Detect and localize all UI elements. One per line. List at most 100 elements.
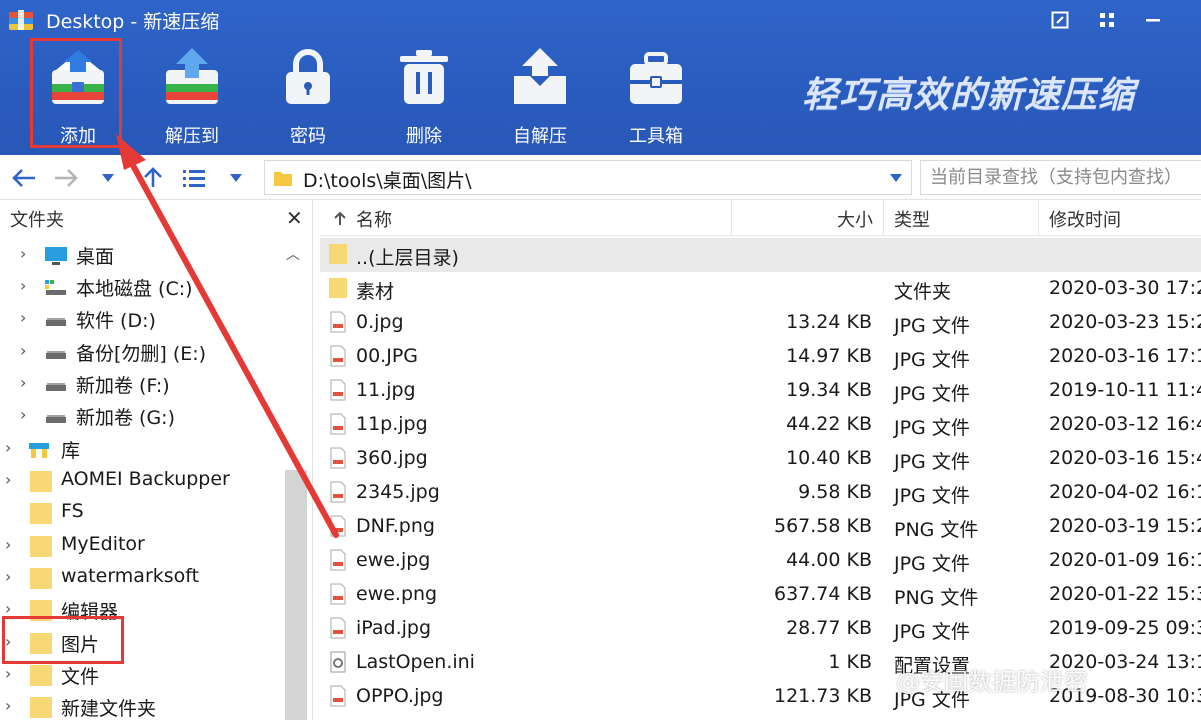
file-type: 配置设置 xyxy=(894,655,971,677)
column-header-name[interactable]: 名称 xyxy=(320,200,732,236)
folder-icon xyxy=(30,471,52,492)
parent-directory-row[interactable]: ..(上层目录) xyxy=(320,238,1201,272)
table-row[interactable]: LastOpen.ini 1 KB 配置设置 2020-03-24 13:1 xyxy=(320,646,1201,680)
view-dropdown-icon[interactable] xyxy=(226,165,246,191)
table-row[interactable]: ewe.png 637.74 KB PNG 文件 2020-01-22 15:3 xyxy=(320,578,1201,612)
table-row[interactable]: 2345.jpg 9.58 KB JPG 文件 2020-04-02 16:1 xyxy=(320,476,1201,510)
table-row[interactable]: 11p.jpg 44.22 KB JPG 文件 2020-03-12 16:4 xyxy=(320,408,1201,442)
app-logo-icon xyxy=(9,10,33,30)
tree-item-aomei[interactable]: › AOMEI Backupper xyxy=(5,466,285,496)
tree-item-desktop[interactable]: › 桌面 xyxy=(20,240,300,270)
file-type: PNG 文件 xyxy=(894,587,979,609)
tree-item-myeditor[interactable]: › MyEditor xyxy=(5,531,285,561)
table-row[interactable]: 0.jpg 13.24 KB JPG 文件 2020-03-23 15:2 xyxy=(320,306,1201,340)
tree-item-drive-c[interactable]: › 本地磁盘 (C:) xyxy=(20,272,300,302)
column-header-size[interactable]: 大小 xyxy=(732,200,884,236)
edit-window-icon[interactable] xyxy=(1048,8,1072,32)
tree-item-editor[interactable]: › 编辑器 xyxy=(5,595,285,625)
image-file-icon xyxy=(330,685,346,707)
file-type: JPG 文件 xyxy=(894,349,970,371)
add-button[interactable]: 添加 xyxy=(28,42,128,148)
column-header-modified[interactable]: 修改时间 xyxy=(1039,200,1201,236)
chevron-right-icon[interactable]: › xyxy=(20,308,26,327)
tree-item-pictures[interactable]: › 图片 xyxy=(5,628,285,658)
password-button[interactable]: 密码 xyxy=(258,42,358,148)
chevron-right-icon[interactable]: › xyxy=(5,664,11,683)
file-type: JPG 文件 xyxy=(894,315,970,337)
chevron-right-icon[interactable]: › xyxy=(5,599,11,618)
delete-button[interactable]: 删除 xyxy=(374,42,474,148)
chevron-right-icon[interactable]: › xyxy=(20,341,26,360)
file-modified: 2019-08-30 10:3 xyxy=(1049,685,1201,707)
table-row[interactable]: 00.JPG 14.97 KB JPG 文件 2020-03-16 17:1 xyxy=(320,340,1201,374)
table-row[interactable]: 素材 文件夹 2020-03-30 17:2 xyxy=(320,272,1201,306)
close-icon[interactable]: ✕ xyxy=(286,206,303,230)
column-header-type[interactable]: 类型 xyxy=(884,200,1039,236)
tree-item-drive-g[interactable]: › 新加卷 (G:) xyxy=(20,401,300,431)
tree-item-watermarksoft[interactable]: › watermarksoft xyxy=(5,563,285,593)
table-row[interactable]: DNF.png 567.58 KB PNG 文件 2020-03-19 15:2 xyxy=(320,510,1201,544)
tree-item-label: watermarksoft xyxy=(61,565,200,587)
tree-item-files[interactable]: › 文件 xyxy=(5,660,285,690)
self-extract-icon xyxy=(514,48,566,104)
chevron-right-icon[interactable]: › xyxy=(20,373,26,392)
tree-item-drive-f[interactable]: › 新加卷 (F:) xyxy=(20,369,300,399)
table-row[interactable]: 360.jpg 10.40 KB JPG 文件 2020-03-16 15:4 xyxy=(320,442,1201,476)
chevron-right-icon[interactable]: › xyxy=(20,244,26,263)
address-row: D:\tools\桌面\图片\ xyxy=(0,155,1201,200)
table-row[interactable]: ewe.jpg 44.00 KB JPG 文件 2020-01-09 16:1 xyxy=(320,544,1201,578)
list-view-icon[interactable] xyxy=(180,165,208,191)
toolbox-button[interactable]: 工具箱 xyxy=(606,42,706,148)
table-row[interactable]: iPad.jpg 28.77 KB JPG 文件 2019-09-25 09:3 xyxy=(320,612,1201,646)
add-label: 添加 xyxy=(60,126,96,147)
chevron-right-icon[interactable]: › xyxy=(5,696,11,715)
back-arrow-icon[interactable] xyxy=(10,165,38,191)
up-folder-icon[interactable] xyxy=(138,165,168,191)
folder-icon xyxy=(30,697,52,718)
tree-item-label: 新建文件夹 xyxy=(61,698,157,720)
self-extract-button[interactable]: 自解压 xyxy=(490,42,590,148)
file-name: 00.JPG xyxy=(356,345,419,367)
library-icon xyxy=(29,443,49,458)
extract-to-label: 解压到 xyxy=(165,126,219,147)
table-row[interactable]: 11.jpg 19.34 KB JPG 文件 2019-10-11 11:4 xyxy=(320,374,1201,408)
extract-to-icon xyxy=(166,48,218,104)
history-dropdown-icon[interactable] xyxy=(98,165,118,191)
chevron-right-icon[interactable]: › xyxy=(5,438,11,457)
chevron-right-icon[interactable]: › xyxy=(20,276,26,295)
file-modified: 2020-03-12 16:4 xyxy=(1049,413,1201,435)
folder-icon xyxy=(30,536,52,557)
image-file-icon xyxy=(330,379,346,401)
image-file-icon xyxy=(330,345,346,367)
tree-item-new-folder[interactable]: › 新建文件夹 xyxy=(5,692,285,720)
minimize-icon[interactable] xyxy=(1141,8,1165,32)
forward-arrow-icon[interactable] xyxy=(52,165,80,191)
chevron-right-icon[interactable]: › xyxy=(5,535,11,554)
image-file-icon xyxy=(330,311,346,333)
tree-scrollbar-thumb[interactable] xyxy=(285,470,307,720)
trash-icon xyxy=(400,50,448,104)
search-input[interactable] xyxy=(921,161,1201,194)
tree-item-fs[interactable]: FS xyxy=(5,498,285,528)
chevron-right-icon[interactable]: › xyxy=(20,405,26,424)
tree-item-drive-e[interactable]: › 备份[勿删] (E:) xyxy=(20,337,300,367)
image-file-icon xyxy=(330,413,346,435)
tree-item-library[interactable]: › 库 xyxy=(5,434,285,464)
path-dropdown-icon[interactable] xyxy=(889,173,903,183)
chevron-right-icon[interactable]: › xyxy=(5,470,11,489)
image-file-icon xyxy=(330,549,346,571)
image-file-icon xyxy=(330,447,346,469)
tree-item-drive-d[interactable]: › 软件 (D:) xyxy=(20,304,300,334)
toolbox-icon xyxy=(630,52,682,104)
folder-icon xyxy=(274,172,292,186)
file-type: JPG 文件 xyxy=(894,553,970,575)
file-size: 14.97 KB xyxy=(786,345,872,367)
table-row[interactable]: OPPO.jpg 121.73 KB JPG 文件 2019-08-30 10:3 xyxy=(320,680,1201,714)
chevron-right-icon[interactable]: › xyxy=(5,632,11,651)
path-box[interactable]: D:\tools\桌面\图片\ xyxy=(264,160,912,195)
file-name: LastOpen.ini xyxy=(356,651,475,673)
system-drive-icon xyxy=(45,280,66,295)
chevron-right-icon[interactable]: › xyxy=(5,567,11,586)
grid-menu-icon[interactable] xyxy=(1095,8,1119,32)
extract-to-button[interactable]: 解压到 xyxy=(142,42,242,148)
